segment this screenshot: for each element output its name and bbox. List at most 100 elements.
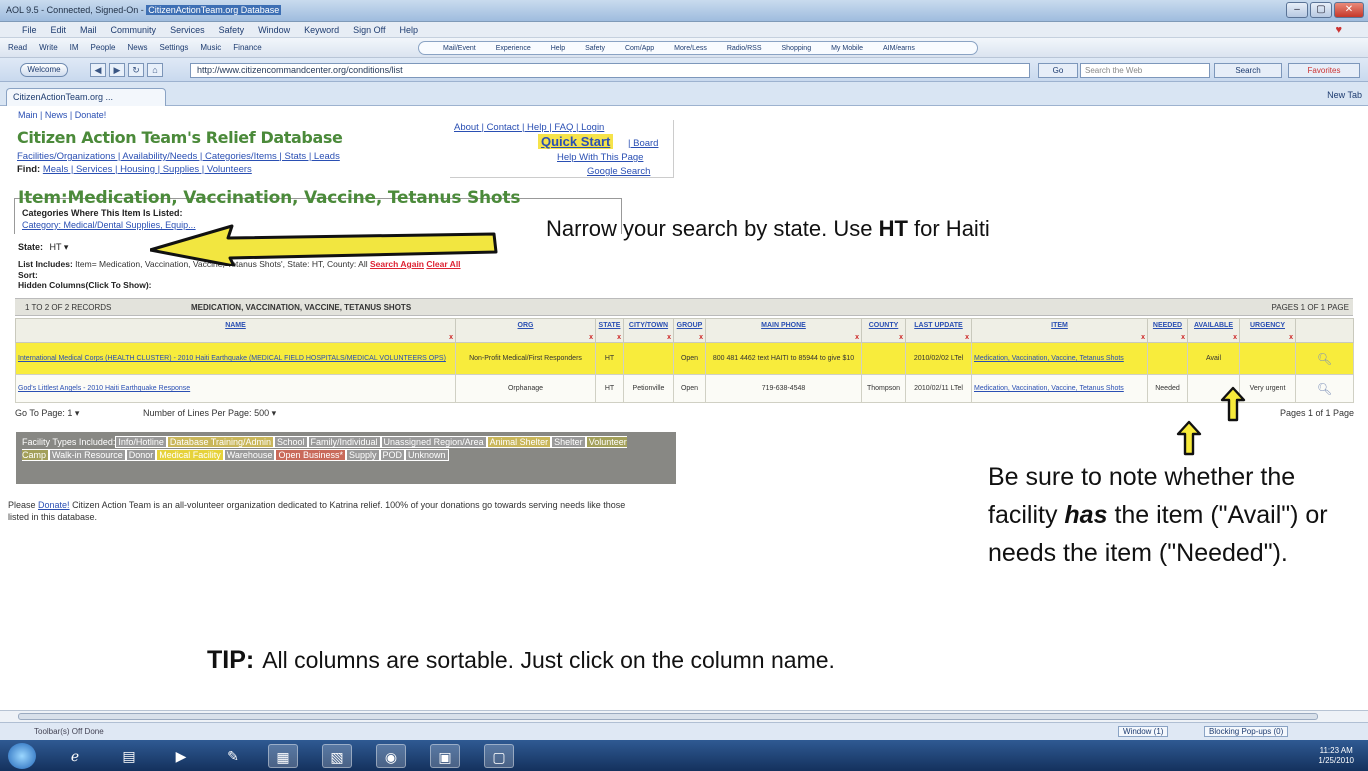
popup-blocker-button[interactable]: Blocking Pop-ups (0): [1204, 726, 1289, 737]
facility-link[interactable]: International Medical Corps (HEALTH CLUS…: [18, 355, 446, 362]
heart-icon[interactable]: ♥: [1335, 24, 1342, 36]
cell-item[interactable]: Medication, Vaccination, Vaccine, Tetanu…: [971, 342, 1148, 375]
col-header-item[interactable]: ITEM x: [971, 318, 1148, 343]
sort-icon[interactable]: x: [855, 334, 859, 341]
minimize-button[interactable]: –: [1286, 2, 1308, 18]
go-to-page-select[interactable]: 1 ▾: [67, 408, 79, 418]
start-button-icon[interactable]: [8, 743, 36, 769]
aol-write[interactable]: Write: [39, 43, 58, 52]
menu-community[interactable]: Community: [111, 25, 157, 35]
image-app-icon[interactable]: ▣: [430, 744, 460, 768]
menu-file[interactable]: File: [22, 25, 37, 35]
sort-icon[interactable]: x: [1181, 334, 1185, 341]
facility-type-chip[interactable]: Supply: [345, 449, 380, 461]
aol-people[interactable]: People: [91, 43, 116, 52]
facility-link[interactable]: God's Littlest Angels - 2010 Haiti Earth…: [18, 385, 190, 392]
aol-tab-my-mobile[interactable]: My Mobile: [831, 45, 863, 52]
table-row[interactable]: God's Littlest Angels - 2010 Haiti Earth…: [15, 374, 1354, 403]
aol-tab-com-app[interactable]: Com/App: [625, 45, 654, 52]
col-header-needed[interactable]: NEEDED x: [1147, 318, 1188, 343]
quick-start-link[interactable]: Quick Start: [538, 134, 614, 149]
sort-icon[interactable]: x: [965, 334, 969, 341]
internet-explorer-icon[interactable]: ℯ: [60, 744, 90, 768]
facility-type-chip[interactable]: Unknown: [405, 449, 449, 461]
aol-tab-safety[interactable]: Safety: [585, 45, 605, 52]
aol-tab-help[interactable]: Help: [551, 45, 565, 52]
aol-tab-experience[interactable]: Experience: [496, 45, 531, 52]
pen-icon[interactable]: ✎: [218, 744, 248, 768]
search-button[interactable]: Search: [1214, 63, 1282, 78]
aol-tab-shopping[interactable]: Shopping: [782, 45, 812, 52]
aol-news[interactable]: News: [127, 43, 147, 52]
sort-icon[interactable]: x: [667, 334, 671, 341]
facility-type-chip[interactable]: School: [273, 436, 308, 448]
board-link[interactable]: | Board: [628, 138, 658, 149]
table-row[interactable]: International Medical Corps (HEALTH CLUS…: [15, 342, 1354, 375]
col-header-group[interactable]: GROUP x: [673, 318, 706, 343]
facility-type-chip[interactable]: Warehouse: [223, 449, 276, 461]
find-links[interactable]: Meals | Services | Housing | Supplies | …: [43, 164, 252, 175]
facility-type-chip[interactable]: Animal Shelter: [486, 436, 552, 448]
col-header-city[interactable]: CITY/TOWN x: [623, 318, 674, 343]
facility-type-chip[interactable]: Family/Individual: [307, 436, 381, 448]
top-links[interactable]: Main | News | Donate!: [18, 110, 106, 120]
sort-icon[interactable]: x: [899, 334, 903, 341]
aol-finance[interactable]: Finance: [233, 43, 261, 52]
facility-type-chip[interactable]: Unassigned Region/Area: [380, 436, 487, 448]
col-header-available[interactable]: AVAILABLE x: [1187, 318, 1240, 343]
menu-services[interactable]: Services: [170, 25, 205, 35]
sort-icon[interactable]: x: [699, 334, 703, 341]
forward-icon[interactable]: ▶: [109, 63, 125, 77]
col-header-urgency[interactable]: URGENCY x: [1239, 318, 1296, 343]
favorites-button[interactable]: Favorites: [1288, 63, 1360, 78]
help-with-page-link[interactable]: Help With This Page: [557, 152, 643, 163]
folder-icon[interactable]: ▤: [114, 744, 144, 768]
col-header-state[interactable]: STATE x: [595, 318, 624, 343]
new-tab-button[interactable]: New Tab: [1327, 90, 1362, 100]
maximize-button[interactable]: ▢: [1310, 2, 1332, 18]
spreadsheet-app-icon[interactable]: ▦: [268, 744, 298, 768]
sort-icon[interactable]: x: [449, 334, 453, 341]
cell-name[interactable]: International Medical Corps (HEALTH CLUS…: [15, 342, 456, 375]
aol-music[interactable]: Music: [200, 43, 221, 52]
aol-settings[interactable]: Settings: [159, 43, 188, 52]
col-header-county[interactable]: COUNTY x: [861, 318, 906, 343]
menu-keyword[interactable]: Keyword: [304, 25, 339, 35]
sort-icon[interactable]: x: [589, 334, 593, 341]
browser-tab[interactable]: CitizenActionTeam.org ...: [6, 88, 166, 106]
go-button[interactable]: Go: [1038, 63, 1078, 78]
facility-type-chip[interactable]: Open Business*: [275, 449, 346, 461]
aol-read[interactable]: Read: [8, 43, 27, 52]
item-link[interactable]: Medication, Vaccination, Vaccine, Tetanu…: [974, 355, 1124, 362]
aol-tab-aim-earns[interactable]: AIM/earns: [883, 45, 915, 52]
sort-icon[interactable]: x: [617, 334, 621, 341]
facility-type-chip[interactable]: Medical Facility: [156, 449, 224, 461]
refresh-icon[interactable]: ↻: [128, 63, 144, 77]
aol-app-icon[interactable]: ◉: [376, 744, 406, 768]
sort-icon[interactable]: x: [1289, 334, 1293, 341]
close-button[interactable]: ✕: [1334, 2, 1364, 18]
document-app-icon[interactable]: ▧: [322, 744, 352, 768]
account-links[interactable]: About | Contact | Help | FAQ | Login: [454, 122, 604, 133]
lines-per-page-select[interactable]: 500 ▾: [254, 408, 276, 418]
main-nav[interactable]: Facilities/Organizations | Availability/…: [17, 151, 340, 162]
media-player-icon[interactable]: ▶: [166, 744, 196, 768]
google-search-link[interactable]: Google Search: [587, 166, 650, 177]
facility-type-chip[interactable]: Shelter: [551, 436, 586, 448]
facility-type-chip[interactable]: Walk-in Resource: [49, 449, 126, 461]
col-header-org[interactable]: ORG x: [455, 318, 596, 343]
cell-item[interactable]: Medication, Vaccination, Vaccine, Tetanu…: [971, 374, 1148, 403]
window-count-button[interactable]: Window (1): [1118, 726, 1169, 737]
donate-link[interactable]: Donate!: [38, 500, 70, 510]
web-search-input[interactable]: Search the Web: [1080, 63, 1210, 78]
col-header-phone[interactable]: MAIN PHONE x: [705, 318, 862, 343]
sort-icon[interactable]: x: [1233, 334, 1237, 341]
cell-name[interactable]: God's Littlest Angels - 2010 Haiti Earth…: [15, 374, 456, 403]
back-icon[interactable]: ◀: [90, 63, 106, 77]
facility-type-chip[interactable]: Donor: [125, 449, 157, 461]
scrollbar-thumb[interactable]: [18, 713, 1318, 720]
sort-icon[interactable]: x: [1141, 334, 1145, 341]
magnifier-icon[interactable]: 🔍︎: [1317, 352, 1332, 366]
aol-tab-more-less[interactable]: More/Less: [674, 45, 707, 52]
url-input[interactable]: http://www.citizencommandcenter.org/cond…: [190, 63, 1030, 78]
